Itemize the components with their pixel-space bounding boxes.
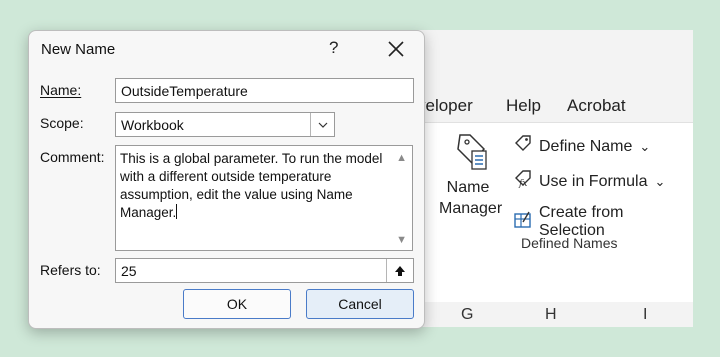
defined-names-group-label: Defined Names — [521, 235, 618, 251]
name-manager-button[interactable]: Name Manager — [439, 177, 502, 219]
dialog-title: New Name — [41, 41, 116, 58]
collapse-dialog-icon[interactable] — [386, 259, 413, 282]
comment-textarea[interactable]: This is a global parameter. To run the m… — [115, 145, 413, 251]
tab-help[interactable]: Help — [506, 96, 541, 116]
chevron-down-icon[interactable] — [310, 113, 334, 136]
refers-to-label: Refers to: — [40, 262, 101, 278]
function-tag-icon: fx — [513, 169, 539, 194]
refers-to-input[interactable]: 25 — [115, 258, 414, 283]
comment-text: This is a global parameter. To run the m… — [120, 151, 383, 220]
new-name-dialog: New Name ? Name: OutsideTemperature Scop… — [28, 30, 425, 329]
help-button[interactable]: ? — [329, 38, 338, 58]
column-header-h[interactable]: H — [545, 306, 557, 324]
svg-text:fx: fx — [518, 179, 527, 189]
ok-button[interactable]: OK — [183, 289, 291, 319]
name-manager-label: Name Manager — [439, 179, 503, 217]
define-name-label: Define Name — [539, 137, 633, 155]
tab-developer[interactable]: veloper — [417, 96, 473, 116]
close-icon[interactable] — [385, 38, 407, 60]
name-label: Name: — [40, 82, 82, 98]
refers-to-value: 25 — [121, 263, 137, 279]
use-in-formula-label: Use in Formula — [539, 172, 648, 190]
use-in-formula-button[interactable]: fx Use in Formula ⌄ — [513, 169, 665, 194]
name-manager-icon[interactable] — [448, 131, 492, 180]
tag-icon — [513, 134, 539, 159]
column-header-i[interactable]: I — [643, 306, 647, 324]
chevron-down-icon: ⌄ — [639, 138, 651, 154]
text-cursor — [176, 204, 178, 219]
cancel-button[interactable]: Cancel — [306, 289, 414, 319]
comment-label: Comment: — [40, 149, 105, 165]
scope-label: Scope: — [40, 115, 84, 131]
define-name-button[interactable]: Define Name ⌄ — [513, 134, 650, 159]
scope-select[interactable]: Workbook — [115, 112, 335, 137]
column-header-g[interactable]: G — [461, 306, 473, 324]
chevron-down-icon: ⌄ — [654, 173, 666, 189]
name-input[interactable]: OutsideTemperature — [115, 78, 414, 103]
create-from-selection-icon — [513, 210, 539, 235]
scroll-down-icon[interactable]: ▼ — [396, 234, 407, 246]
tab-acrobat[interactable]: Acrobat — [567, 96, 626, 116]
scroll-up-icon[interactable]: ▲ — [396, 152, 407, 164]
scope-value: Workbook — [121, 117, 184, 133]
